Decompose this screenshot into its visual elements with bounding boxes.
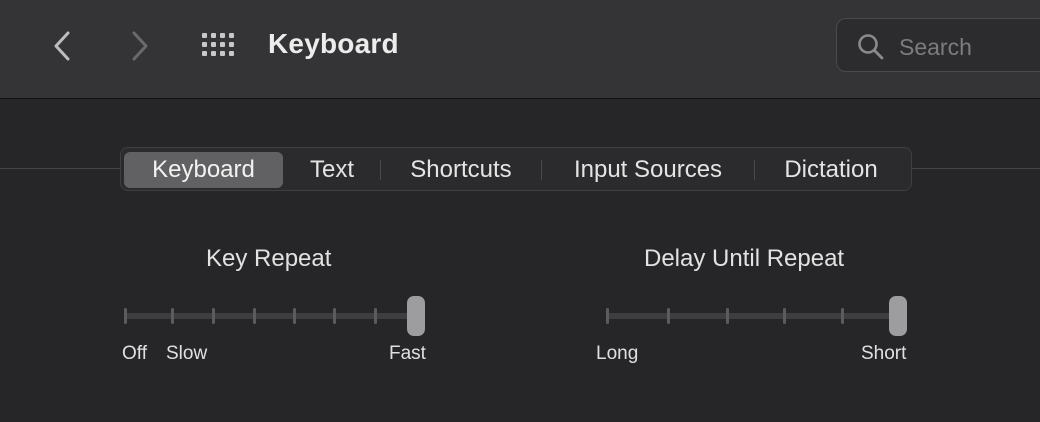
key-repeat-slow-label: Slow [166, 343, 208, 364]
chevron-left-icon [54, 31, 70, 61]
tab-dictation[interactable]: Dictation [757, 152, 905, 188]
key-repeat-title: Key Repeat [206, 245, 332, 272]
forward-button[interactable] [124, 28, 156, 64]
slider-tick [667, 308, 670, 324]
search-field[interactable] [836, 18, 1040, 72]
key-repeat-knob[interactable] [407, 296, 425, 336]
slider-tick [124, 308, 127, 324]
tab-separator [754, 160, 755, 180]
divider [0, 168, 122, 169]
divider [910, 168, 1040, 169]
show-all-button[interactable] [200, 30, 238, 60]
tab-bar: Keyboard Text Shortcuts Input Sources Di… [120, 147, 912, 191]
toolbar: Keyboard [0, 0, 1040, 99]
slider-track [124, 313, 422, 319]
delay-short-label: Short [861, 343, 907, 364]
delay-until-repeat-title: Delay Until Repeat [644, 245, 845, 272]
slider-tick [171, 308, 174, 324]
slider-tick [212, 308, 215, 324]
slider-tick [374, 308, 377, 324]
slider-tick [606, 308, 609, 324]
window-title: Keyboard [268, 28, 399, 59]
slider-tick [841, 308, 844, 324]
tab-shortcuts[interactable]: Shortcuts [383, 152, 539, 188]
chevron-right-icon [132, 31, 148, 61]
tab-keyboard[interactable]: Keyboard [124, 152, 283, 188]
slider-tick [726, 308, 729, 324]
slider-tick [293, 308, 296, 324]
back-button[interactable] [46, 28, 78, 64]
search-input[interactable] [897, 31, 1040, 63]
tab-separator [380, 160, 381, 180]
key-repeat-off-label: Off [122, 343, 147, 364]
grid-icon [202, 33, 234, 56]
delay-until-repeat-knob[interactable] [889, 296, 907, 336]
search-icon [858, 34, 884, 60]
delay-long-label: Long [596, 343, 639, 364]
tab-text[interactable]: Text [287, 152, 377, 188]
tab-separator [541, 160, 542, 180]
slider-tick [253, 308, 256, 324]
slider-track [606, 313, 904, 319]
key-repeat-fast-label: Fast [389, 343, 426, 364]
slider-tick [333, 308, 336, 324]
slider-tick [783, 308, 786, 324]
tab-input-sources[interactable]: Input Sources [545, 152, 751, 188]
